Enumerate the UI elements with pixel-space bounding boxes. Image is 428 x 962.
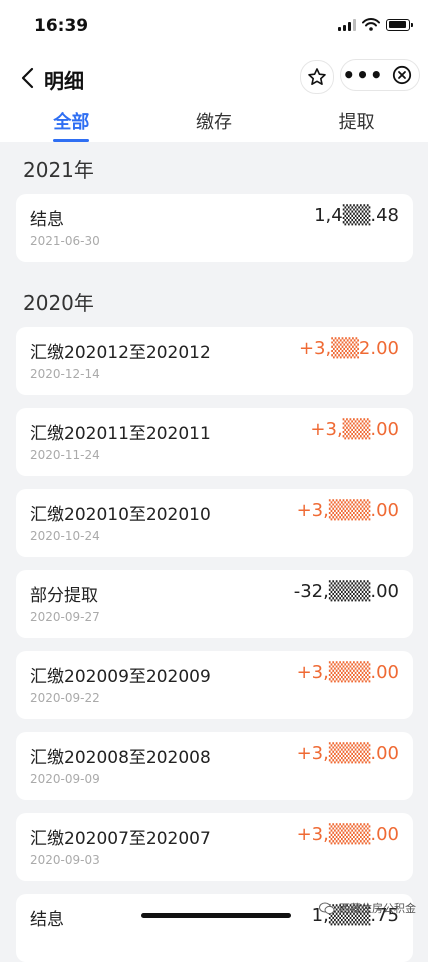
record-item[interactable]: 汇缴202011至202011 2020-11-24 +3,▒▒.00: [16, 408, 413, 476]
status-bar: 16:39: [0, 0, 428, 56]
status-icons: [338, 18, 413, 31]
record-name: 汇缴202008至202008: [30, 748, 211, 768]
record-name: 汇缴202010至202010: [30, 505, 211, 525]
home-indicator: [141, 913, 291, 918]
record-amount: +3,▒▒▒.00: [296, 824, 399, 845]
records-list: 2021年 结息 2021-06-30 1,4▒▒.48 2020年 汇缴202…: [0, 142, 428, 962]
chevron-left-icon: [21, 67, 34, 89]
record-date: 2020-09-27: [30, 610, 100, 624]
watermark: 西藏住房公积金: [319, 900, 416, 916]
record-date: 2021-06-30: [30, 234, 100, 248]
record-item[interactable]: 汇缴202009至202009 2020-09-22 +3,▒▒▒.00: [16, 651, 413, 719]
tab-bar: 全部 缴存 提取: [0, 102, 428, 142]
record-date: 2020-09-03: [30, 853, 100, 867]
close-button[interactable]: [385, 65, 419, 85]
record-date: 2020-10-24: [30, 529, 100, 543]
close-circle-icon: [392, 65, 412, 85]
record-item[interactable]: 汇缴202010至202010 2020-10-24 +3,▒▒▒.00: [16, 489, 413, 557]
record-name: 汇缴202012至202012: [30, 343, 211, 363]
star-icon: [308, 68, 326, 85]
year-header: 2021年: [23, 158, 94, 182]
status-time: 16:39: [34, 16, 89, 36]
record-item[interactable]: 结息 2021-06-30 1,4▒▒.48: [16, 194, 413, 262]
page-title: 明细: [44, 69, 84, 93]
record-item[interactable]: 汇缴202007至202007 2020-09-03 +3,▒▒▒.00: [16, 813, 413, 881]
record-item[interactable]: 部分提取 2020-09-27 -32,▒▒▒.00: [16, 570, 413, 638]
wechat-icon: [319, 902, 335, 914]
record-amount: +3,▒▒▒.00: [296, 662, 399, 683]
wifi-icon: [362, 18, 380, 31]
tab-all[interactable]: 全部: [0, 102, 143, 142]
record-name: 部分提取: [30, 586, 98, 606]
capsule-menu: •••: [340, 59, 420, 91]
more-button[interactable]: •••: [341, 59, 385, 91]
tab-deposit[interactable]: 缴存: [143, 102, 286, 142]
record-amount: +3,▒▒.00: [310, 419, 399, 440]
record-date: 2020-09-22: [30, 691, 100, 705]
record-date: 2020-12-14: [30, 367, 100, 381]
record-amount: +3,▒▒▒.00: [296, 500, 399, 521]
record-name: 汇缴202011至202011: [30, 424, 211, 444]
record-name: 结息: [30, 210, 64, 230]
record-item[interactable]: 汇缴202008至202008 2020-09-09 +3,▒▒▒.00: [16, 732, 413, 800]
record-amount: -32,▒▒▒.00: [293, 581, 399, 602]
record-date: 2020-11-24: [30, 448, 100, 462]
favorite-button[interactable]: [300, 60, 334, 94]
record-amount: +3,▒▒2.00: [298, 338, 399, 359]
record-item[interactable]: 汇缴202012至202012 2020-12-14 +3,▒▒2.00: [16, 327, 413, 395]
record-name: 汇缴202009至202009: [30, 667, 211, 687]
record-date: 2020-09-09: [30, 772, 100, 786]
watermark-text: 西藏住房公积金: [339, 902, 416, 915]
header: 16:39 明细 ••• 全部 缴存 提取: [0, 0, 428, 142]
record-amount: 1,4▒▒.48: [314, 205, 399, 226]
battery-icon: [386, 18, 413, 31]
record-name: 结息: [30, 910, 64, 930]
record-name: 汇缴202007至202007: [30, 829, 211, 849]
record-amount: +3,▒▒▒.00: [296, 743, 399, 764]
tab-withdraw[interactable]: 提取: [285, 102, 428, 142]
year-header: 2020年: [23, 291, 94, 315]
nav-bar: 明细 •••: [0, 56, 428, 102]
signal-icon: [338, 18, 356, 31]
